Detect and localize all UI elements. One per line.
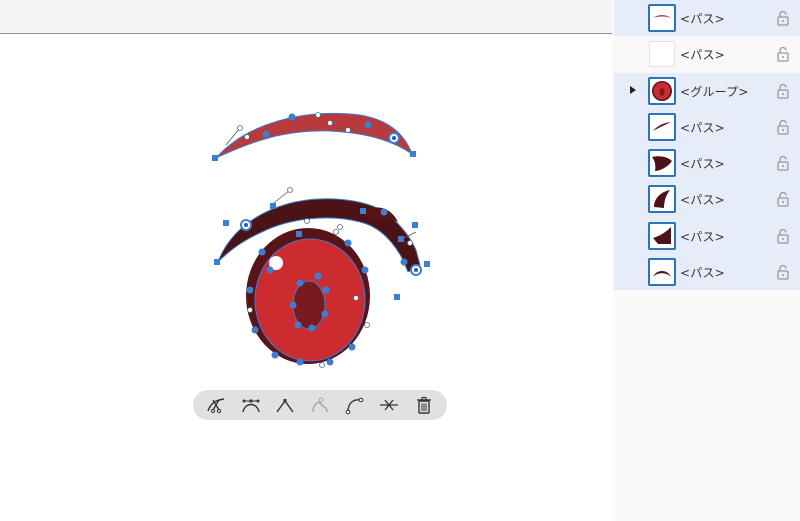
delete-anchor-icon (380, 399, 399, 411)
layer-row[interactable]: <パス> (614, 36, 800, 73)
anchor-toolbar (193, 390, 447, 420)
artwork[interactable] (0, 34, 612, 521)
layer-thumbnail (648, 112, 676, 141)
join-anchor-button[interactable] (306, 391, 334, 419)
layer-name: <パス> (680, 157, 725, 171)
layer-thumbnail (648, 185, 676, 214)
trash-icon (416, 396, 431, 414)
layer-row[interactable]: <パス> (614, 108, 800, 145)
layers-panel: <パス> <パス> <グループ> <パス> <パス> <パス> <パス> <パス… (612, 0, 800, 521)
layer-row[interactable]: <パス> (614, 253, 800, 290)
unlock-icon[interactable] (776, 83, 790, 99)
layer-thumbnail (648, 4, 676, 32)
unlock-icon[interactable] (776, 155, 790, 171)
layer-name: <パス> (680, 265, 725, 280)
curve-path-icon (345, 397, 363, 415)
smooth-anchor-icon (242, 399, 260, 413)
layer-row[interactable]: <パス> (614, 0, 800, 37)
unlock-icon[interactable] (776, 191, 790, 207)
layer-name: <パス> (680, 193, 725, 208)
smooth-anchor-button[interactable] (237, 391, 265, 419)
layer-row[interactable]: <パス> (614, 181, 800, 218)
unlock-icon[interactable] (776, 228, 790, 244)
top-bar (0, 0, 612, 34)
layer-row[interactable]: <パス> (614, 217, 800, 254)
corner-anchor-icon (276, 399, 294, 413)
layer-thumbnail (648, 221, 676, 250)
unlock-icon[interactable] (776, 119, 790, 135)
delete-anchor-button[interactable] (375, 391, 403, 419)
cut-path-button[interactable] (202, 391, 230, 419)
corner-anchor-button[interactable] (271, 391, 299, 419)
curve-path-button[interactable] (341, 391, 369, 419)
unlock-icon[interactable] (776, 10, 790, 26)
layer-row[interactable]: <パス> (614, 145, 800, 182)
trash-button[interactable] (410, 391, 438, 419)
layer-row[interactable]: <グループ> (614, 72, 800, 109)
layer-name: <パス> (680, 120, 725, 135)
canvas-area[interactable] (0, 0, 612, 521)
layer-thumbnail (648, 257, 676, 286)
join-anchor-icon (312, 397, 328, 413)
layer-thumbnail (649, 41, 675, 68)
layer-name: <グループ> (680, 84, 749, 99)
layer-thumbnail (648, 76, 676, 105)
layer-thumbnail (648, 149, 676, 177)
layer-name: <パス> (680, 12, 725, 26)
unlock-icon[interactable] (776, 46, 790, 62)
layer-list: <パス> <パス> <グループ> <パス> <パス> <パス> <パス> <パス… (614, 0, 800, 290)
expand-arrow-icon[interactable] (630, 85, 636, 94)
unlock-icon[interactable] (776, 264, 790, 280)
layer-name: <パス> (680, 48, 725, 63)
cut-path-icon (207, 398, 225, 414)
layer-name: <パス> (680, 229, 725, 244)
